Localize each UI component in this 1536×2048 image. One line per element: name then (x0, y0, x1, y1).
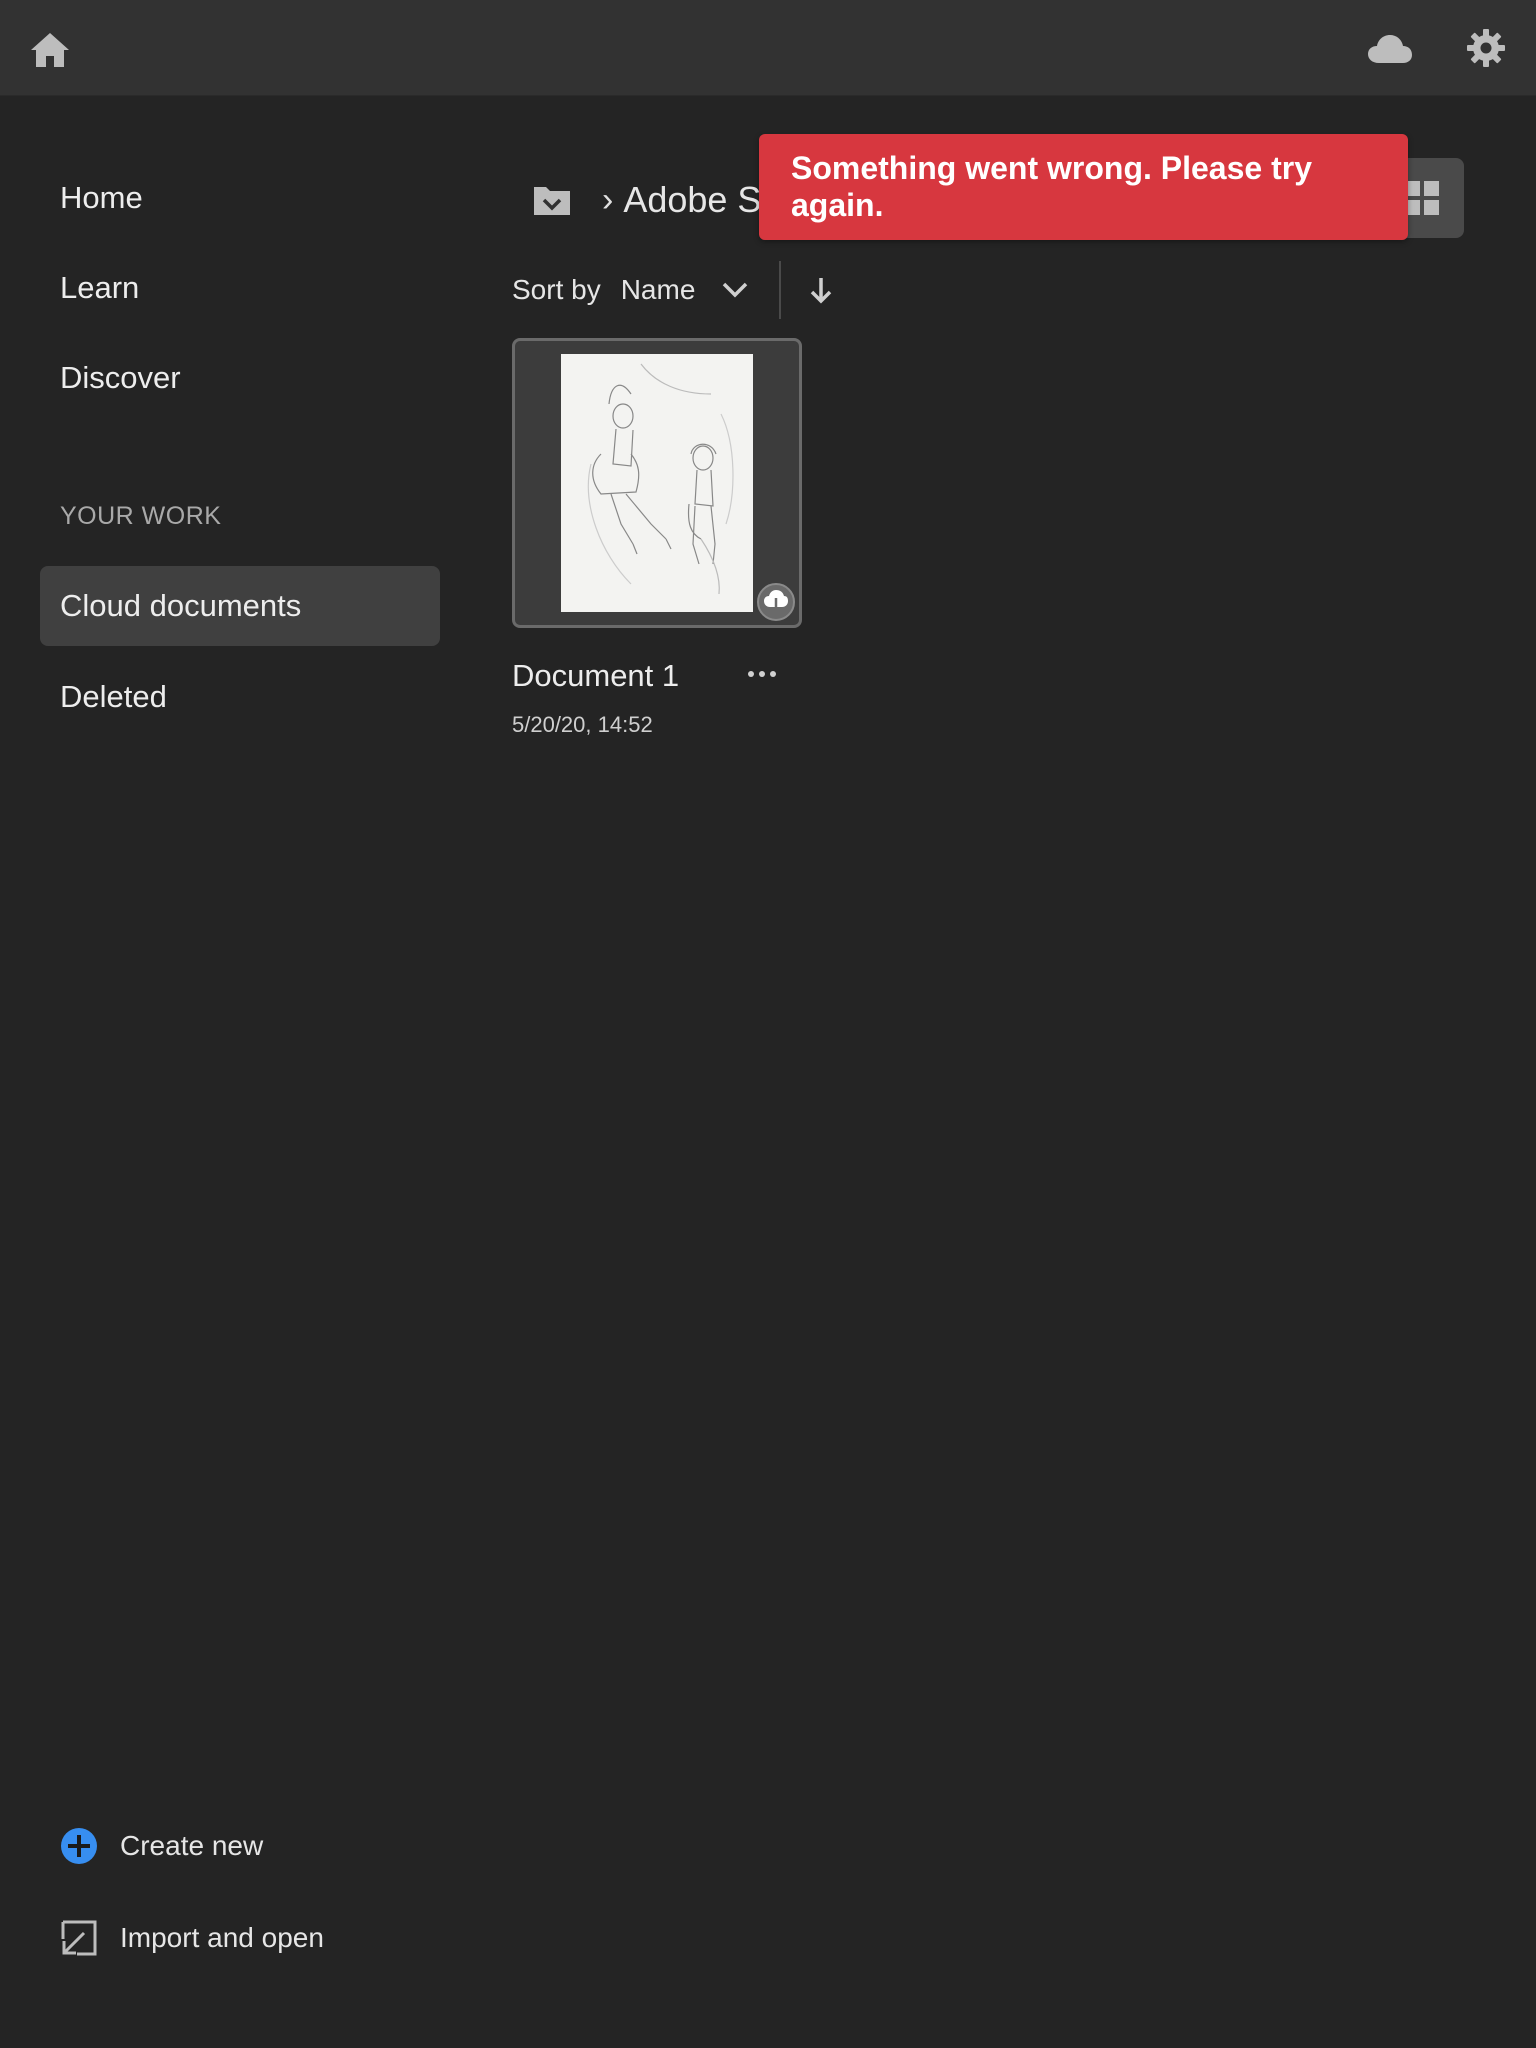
import-and-open-label: Import and open (120, 1922, 324, 1953)
breadcrumb-chevron-icon: › (602, 180, 614, 219)
sidebar-item-label: Cloud documents (60, 588, 302, 623)
create-new-label: Create new (120, 1830, 264, 1861)
more-options-icon[interactable] (740, 658, 784, 690)
sidebar: Home Learn Discover YOUR WORK Cloud docu… (0, 96, 460, 2048)
sidebar-item-learn[interactable]: Learn (40, 248, 440, 328)
folder-icon[interactable] (530, 180, 574, 220)
chevron-down-icon[interactable] (715, 270, 755, 310)
section-label-your-work: YOUR WORK (60, 502, 222, 530)
document-date: 5/20/20, 14:52 (512, 712, 653, 737)
sort-order-arrow-down-icon[interactable] (801, 270, 841, 310)
import-and-open-button[interactable]: Import and open (60, 1919, 324, 1957)
gear-icon[interactable] (1460, 22, 1512, 74)
import-icon (60, 1919, 98, 1957)
sidebar-item-cloud-documents[interactable]: Cloud documents (40, 566, 440, 646)
error-toast: Something went wrong. Please try again. (759, 134, 1408, 240)
sidebar-item-label: Home (60, 180, 143, 215)
sidebar-item-label: Deleted (60, 679, 167, 714)
error-toast-message: Something went wrong. Please try again. (791, 150, 1312, 223)
sidebar-item-label: Learn (60, 270, 140, 305)
document-name[interactable]: Document 1 (512, 658, 679, 694)
plus-circle-icon (60, 1827, 98, 1865)
sort-field-value[interactable]: Name (621, 274, 696, 306)
create-new-button[interactable]: Create new (60, 1827, 263, 1865)
cloud-icon[interactable] (1360, 24, 1420, 74)
sort-divider (779, 261, 782, 319)
sidebar-item-home[interactable]: Home (40, 158, 440, 238)
sidebar-item-deleted[interactable]: Deleted (40, 657, 440, 737)
cloud-download-icon (757, 583, 795, 621)
document-thumbnail (561, 354, 753, 612)
grid-icon (1405, 181, 1439, 215)
sort-bar: Sort by Name (512, 260, 841, 320)
sidebar-item-label: Discover (60, 360, 181, 395)
document-card[interactable] (512, 338, 802, 628)
sort-by-label: Sort by (512, 274, 601, 305)
home-icon[interactable] (22, 22, 78, 78)
top-bar (0, 0, 1536, 96)
sidebar-item-discover[interactable]: Discover (40, 338, 440, 418)
sketch-drawing (587, 363, 734, 595)
